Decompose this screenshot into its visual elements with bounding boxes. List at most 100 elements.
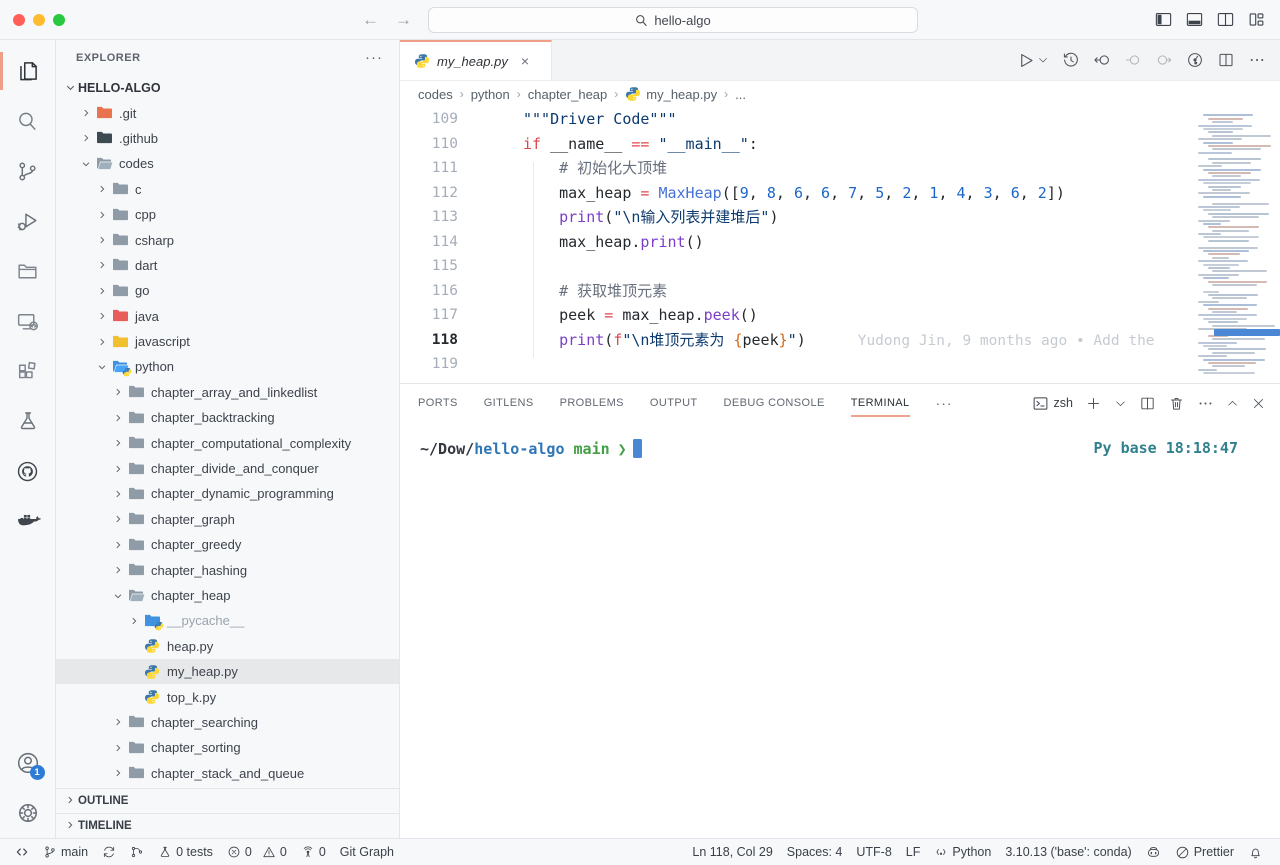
status-python-interpreter[interactable]: 3.10.13 ('base': conda) — [998, 839, 1138, 865]
layout-split-icon[interactable] — [1216, 10, 1235, 29]
tree-item-chapter-divide-and-conquer[interactable]: chapter_divide_and_conquer — [56, 456, 399, 481]
activity-source-control[interactable] — [0, 146, 56, 196]
tree-item-chapter-dynamic-programming[interactable]: chapter_dynamic_programming — [56, 481, 399, 506]
panel-tabs-more-icon[interactable]: ··· — [936, 395, 953, 411]
tree-root[interactable]: HELLO-ALGO — [56, 75, 399, 100]
command-center-search[interactable]: hello-algo — [428, 7, 918, 33]
tree-item--pycache-[interactable]: __pycache__ — [56, 608, 399, 633]
close-icon[interactable] — [1251, 396, 1266, 411]
tree-item-chapter-array-and-linkedlist[interactable]: chapter_array_and_linkedlist — [56, 380, 399, 405]
code-line-116[interactable]: 116 # 获取堆顶元素 — [400, 279, 1184, 304]
activity-explorer[interactable] — [0, 46, 56, 96]
status-remote[interactable] — [8, 839, 36, 865]
panel-tab-problems[interactable]: PROBLEMS — [560, 384, 624, 422]
terminal-shell-selector[interactable]: zsh — [1032, 395, 1073, 412]
zoom-window-button[interactable] — [53, 14, 65, 26]
activity-settings[interactable] — [0, 788, 56, 838]
layout-panel-icon[interactable] — [1185, 10, 1204, 29]
status-indentation[interactable]: Spaces: 4 — [780, 839, 850, 865]
sidebar-section-timeline[interactable]: TIMELINE — [56, 813, 399, 838]
activity-search[interactable] — [0, 96, 56, 146]
tree-item-c[interactable]: c — [56, 177, 399, 202]
code-line-113[interactable]: 113 print("\n输入列表并建堆后") — [400, 205, 1184, 230]
status-language-mode[interactable]: Python — [927, 839, 998, 865]
status-eol[interactable]: LF — [899, 839, 928, 865]
status-git-graph[interactable]: Git Graph — [333, 839, 401, 865]
code-line-112[interactable]: 112 max_heap = MaxHeap([9, 8, 6, 6, 7, 5… — [400, 181, 1184, 206]
code-line-110[interactable]: 110if __name__ == "__main__": — [400, 132, 1184, 157]
tree-item-chapter-heap[interactable]: chapter_heap — [56, 583, 399, 608]
split-panel-icon[interactable] — [1139, 395, 1156, 412]
split-editor-icon[interactable] — [1217, 51, 1235, 69]
activity-docker[interactable] — [0, 496, 56, 546]
chevron-down-icon[interactable] — [1114, 397, 1127, 410]
gitlens-graph-icon[interactable] — [1186, 51, 1204, 69]
tree-item-python[interactable]: python — [56, 354, 399, 379]
more-actions-icon[interactable] — [1248, 51, 1266, 69]
status-git-graph-status[interactable] — [123, 839, 151, 865]
status-notifications[interactable] — [1241, 839, 1270, 865]
breadcrumb-item[interactable]: ... — [735, 87, 746, 102]
status-sync[interactable] — [95, 839, 123, 865]
run-dropdown-icon[interactable] — [1037, 54, 1049, 66]
next-change-icon[interactable] — [1155, 51, 1173, 69]
minimap[interactable] — [1184, 107, 1280, 383]
activity-remote-explorer[interactable] — [0, 296, 56, 346]
tree-item-javascript[interactable]: javascript — [56, 329, 399, 354]
nav-back-icon[interactable]: ← — [362, 10, 379, 30]
activity-github[interactable] — [0, 446, 56, 496]
status-copilot[interactable] — [1139, 839, 1168, 865]
minimize-window-button[interactable] — [33, 14, 45, 26]
tab-close-icon[interactable]: × — [521, 53, 529, 69]
explorer-more-actions-icon[interactable]: ··· — [365, 49, 383, 66]
code-line-109[interactable]: 109"""Driver Code""" — [400, 107, 1184, 132]
run-button[interactable] — [1017, 51, 1036, 70]
panel-tab-terminal[interactable]: TERMINAL — [851, 384, 910, 422]
status-ports-forwarded[interactable]: 0 — [294, 839, 333, 865]
activity-run-debug[interactable] — [0, 196, 56, 246]
status-problems[interactable]: 00 — [220, 839, 294, 865]
tree-item-chapter-backtracking[interactable]: chapter_backtracking — [56, 405, 399, 430]
tree-item-csharp[interactable]: csharp — [56, 227, 399, 252]
tree-item-chapter-sorting[interactable]: chapter_sorting — [56, 735, 399, 760]
code-line-111[interactable]: 111 # 初始化大顶堆 — [400, 156, 1184, 181]
panel-tab-gitlens[interactable]: GITLENS — [484, 384, 534, 422]
tree-item-chapter-greedy[interactable]: chapter_greedy — [56, 532, 399, 557]
activity-accounts[interactable]: 1 — [0, 738, 56, 788]
tree-item-chapter-hashing[interactable]: chapter_hashing — [56, 557, 399, 582]
status-tests[interactable]: 0 tests — [151, 839, 220, 865]
activity-testing[interactable] — [0, 396, 56, 446]
tree-item-heap-py[interactable]: heap.py — [56, 634, 399, 659]
layout-customize-icon[interactable] — [1247, 10, 1266, 29]
tree-item-java[interactable]: java — [56, 304, 399, 329]
more-icon[interactable] — [1197, 395, 1214, 412]
breadcrumb-item[interactable]: python — [471, 87, 510, 102]
status-branch[interactable]: main — [36, 839, 95, 865]
code-line-117[interactable]: 117 peek = max_heap.peek() — [400, 303, 1184, 328]
new-terminal-icon[interactable] — [1085, 395, 1102, 412]
close-window-button[interactable] — [13, 14, 25, 26]
trash-icon[interactable] — [1168, 395, 1185, 412]
code-line-114[interactable]: 114 max_heap.print() — [400, 230, 1184, 255]
breadcrumb-item[interactable]: chapter_heap — [528, 87, 608, 102]
status-cursor-position[interactable]: Ln 118, Col 29 — [685, 839, 779, 865]
tree-item-chapter-stack-and-queue[interactable]: chapter_stack_and_queue — [56, 761, 399, 786]
tree-item--github[interactable]: .github — [56, 126, 399, 151]
previous-change-icon[interactable] — [1124, 51, 1142, 69]
status-prettier[interactable]: Prettier — [1168, 839, 1241, 865]
panel-tab-ports[interactable]: PORTS — [418, 384, 458, 422]
tree-item-top-k-py[interactable]: top_k.py — [56, 684, 399, 709]
history-icon[interactable] — [1062, 51, 1080, 69]
layout-sidebar-left-icon[interactable] — [1154, 10, 1173, 29]
tree-item-dart[interactable]: dart — [56, 253, 399, 278]
tree-item--git[interactable]: .git — [56, 100, 399, 125]
activity-extensions[interactable] — [0, 346, 56, 396]
tree-item-codes[interactable]: codes — [56, 151, 399, 176]
panel-tab-output[interactable]: OUTPUT — [650, 384, 698, 422]
breadcrumb-item[interactable]: my_heap.py — [625, 86, 717, 102]
tree-item-cpp[interactable]: cpp — [56, 202, 399, 227]
activity-project-manager[interactable] — [0, 246, 56, 296]
status-encoding[interactable]: UTF-8 — [849, 839, 898, 865]
panel-tab-debug-console[interactable]: DEBUG CONSOLE — [724, 384, 825, 422]
tree-item-my-heap-py[interactable]: my_heap.py — [56, 659, 399, 684]
